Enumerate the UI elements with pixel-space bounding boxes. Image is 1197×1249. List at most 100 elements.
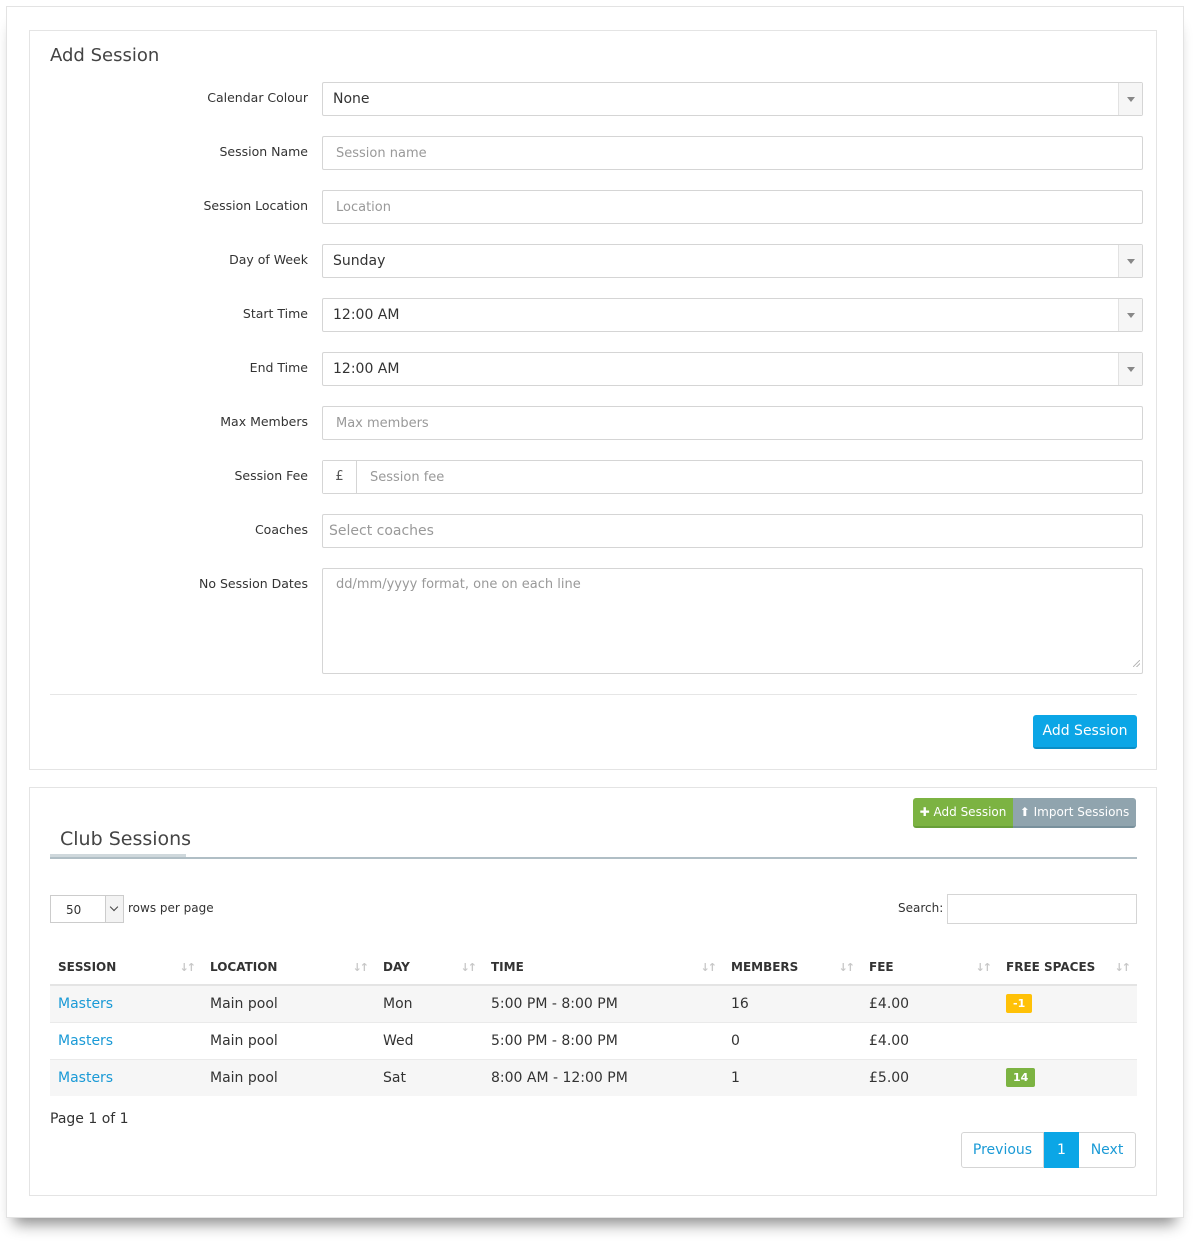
tab-bar-underline [50, 857, 1137, 859]
table-row: Masters Main pool Mon 5:00 PM - 8:00 PM … [50, 985, 1137, 1023]
calendar-colour-value: None [333, 91, 370, 107]
column-header-label: FEE [869, 959, 894, 974]
members-cell: 1 [723, 1059, 861, 1096]
max-members-input[interactable]: Max members [322, 406, 1143, 440]
chevron-down-icon [105, 896, 123, 922]
rows-per-page-label: rows per page [128, 901, 214, 915]
table-row: Masters Main pool Wed 5:00 PM - 8:00 PM … [50, 1022, 1137, 1060]
rows-per-page-select[interactable]: 50 [50, 895, 124, 923]
add-session-button[interactable]: ✚ Add Session [913, 798, 1013, 828]
tab-active-indicator [50, 854, 186, 857]
sort-icon: ↓↑ [352, 961, 370, 974]
divider [50, 694, 1137, 695]
session-location-input[interactable]: Location [322, 190, 1143, 224]
start-time-row: Start Time 12:00 AM [30, 298, 1158, 332]
toolbar-button-group: ✚ Add Session ⬆ Import Sessions [913, 798, 1136, 828]
chevron-down-icon [1118, 83, 1142, 115]
import-sessions-button[interactable]: ⬆ Import Sessions [1013, 798, 1136, 828]
coaches-label: Coaches [254, 522, 308, 537]
add-session-button-label: Add Session [933, 805, 1007, 819]
column-header-day[interactable]: DAY ↓↑ [375, 949, 483, 986]
fee-cell: £4.00 [861, 985, 998, 1023]
coaches-select[interactable]: Select coaches [322, 514, 1143, 548]
import-sessions-button-label: Import Sessions [1033, 805, 1130, 819]
free-spaces-cell [998, 1022, 1137, 1060]
tab-club-sessions[interactable]: Club Sessions [60, 828, 191, 850]
day-of-week-value: Sunday [333, 253, 386, 269]
no-session-dates-row: No Session Dates [30, 568, 1158, 674]
time-cell: 8:00 AM - 12:00 PM [483, 1059, 723, 1096]
column-header-location[interactable]: LOCATION ↓↑ [202, 949, 375, 986]
calendar-colour-label: Calendar Colour [207, 90, 308, 105]
coaches-placeholder: Select coaches [329, 523, 434, 539]
no-session-dates-label: No Session Dates [198, 576, 308, 591]
end-time-row: End Time 12:00 AM [30, 352, 1158, 386]
chevron-down-icon [1118, 245, 1142, 277]
session-link[interactable]: Masters [58, 996, 113, 1012]
location-cell: Main pool [202, 1022, 375, 1060]
chevron-down-icon [1118, 299, 1142, 331]
end-time-value: 12:00 AM [333, 361, 400, 377]
session-fee-input[interactable]: £ Session fee [322, 460, 1143, 494]
pagination-previous-button[interactable]: Previous [961, 1132, 1044, 1168]
location-cell: Main pool [202, 985, 375, 1023]
table-row: Masters Main pool Sat 8:00 AM - 12:00 PM… [50, 1059, 1137, 1096]
time-cell: 5:00 PM - 8:00 PM [483, 1022, 723, 1060]
resize-grip-icon[interactable] [1132, 659, 1140, 667]
search-label: Search: [898, 901, 944, 915]
day-of-week-row: Day of Week Sunday [30, 244, 1158, 278]
day-cell: Sat [375, 1059, 483, 1096]
day-cell: Mon [375, 985, 483, 1023]
add-session-title: Add Session [50, 45, 160, 66]
day-cell: Wed [375, 1022, 483, 1060]
calendar-colour-select[interactable]: None [322, 82, 1143, 116]
column-header-label: LOCATION [210, 959, 278, 974]
start-time-label: Start Time [242, 306, 308, 321]
start-time-select[interactable]: 12:00 AM [322, 298, 1143, 332]
members-cell: 16 [723, 985, 861, 1023]
column-header-free-spaces[interactable]: FREE SPACES ↓↑ [998, 949, 1137, 986]
session-location-placeholder: Location [336, 200, 391, 215]
session-name-label: Session Name [219, 144, 308, 159]
session-fee-label: Session Fee [234, 468, 308, 483]
end-time-select[interactable]: 12:00 AM [322, 352, 1143, 386]
day-of-week-select[interactable]: Sunday [322, 244, 1143, 278]
add-session-panel: Add Session Calendar Colour None Session… [29, 30, 1157, 770]
calendar-colour-row: Calendar Colour None [30, 82, 1158, 116]
column-header-members[interactable]: MEMBERS ↓↑ [723, 949, 861, 986]
coaches-row: Coaches Select coaches [30, 514, 1158, 548]
search-input[interactable] [947, 894, 1137, 924]
column-header-label: DAY [383, 959, 410, 974]
column-header-label: FREE SPACES [1006, 959, 1096, 974]
sort-icon: ↓↑ [179, 961, 197, 974]
pagination-next-button[interactable]: Next [1079, 1132, 1136, 1168]
page-info: Page 1 of 1 [50, 1111, 129, 1127]
free-spaces-badge: -1 [1006, 994, 1033, 1014]
session-link[interactable]: Masters [58, 1033, 113, 1049]
session-name-input[interactable]: Session name [322, 136, 1143, 170]
pound-currency-addon: £ [323, 461, 357, 493]
max-members-placeholder: Max members [336, 416, 429, 431]
fee-cell: £4.00 [861, 1022, 998, 1060]
session-name-placeholder: Session name [336, 146, 427, 161]
upload-icon: ⬆ [1019, 805, 1030, 819]
add-session-submit-button[interactable]: Add Session [1033, 715, 1137, 749]
plus-icon: ✚ [919, 805, 930, 819]
session-fee-placeholder: Session fee [370, 470, 445, 485]
column-header-fee[interactable]: FEE ↓↑ [861, 949, 998, 986]
no-session-dates-textarea[interactable] [322, 568, 1143, 674]
fee-cell: £5.00 [861, 1059, 998, 1096]
sort-icon: ↓↑ [838, 961, 856, 974]
column-header-time[interactable]: TIME ↓↑ [483, 949, 723, 986]
max-members-row: Max Members Max members [30, 406, 1158, 440]
start-time-value: 12:00 AM [333, 307, 400, 323]
session-location-label: Session Location [203, 198, 308, 213]
sort-icon: ↓↑ [460, 961, 478, 974]
column-header-session[interactable]: SESSION ↓↑ [50, 949, 202, 986]
session-location-row: Session Location Location [30, 190, 1158, 224]
session-link[interactable]: Masters [58, 1070, 113, 1086]
max-members-label: Max Members [220, 414, 308, 429]
pagination-page-1[interactable]: 1 [1044, 1132, 1079, 1168]
free-spaces-cell: -1 [998, 985, 1137, 1023]
column-header-label: TIME [491, 959, 524, 974]
